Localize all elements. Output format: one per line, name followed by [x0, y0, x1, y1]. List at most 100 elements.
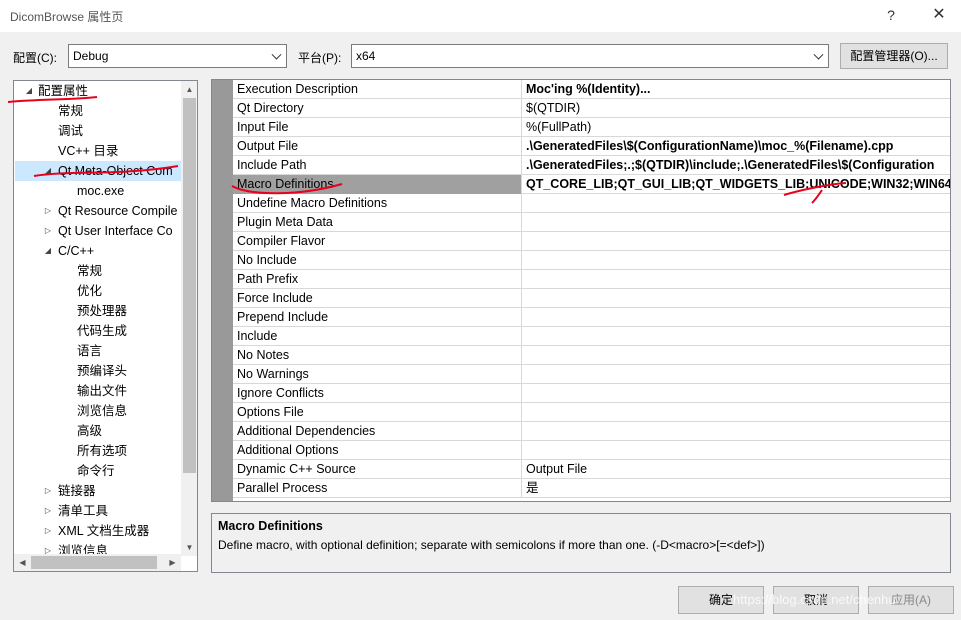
property-row[interactable]: No Include: [233, 251, 950, 270]
property-row[interactable]: Prepend Include: [233, 308, 950, 327]
property-row[interactable]: Compiler Flavor: [233, 232, 950, 251]
property-value[interactable]: [523, 270, 950, 289]
property-value[interactable]: $(QTDIR): [523, 99, 950, 118]
config-manager-button[interactable]: 配置管理器(O)...: [840, 43, 948, 69]
tree-item[interactable]: ◢ C/C++: [15, 241, 181, 261]
tree-item[interactable]: VC++ 目录: [15, 141, 181, 161]
tree-item[interactable]: 语言: [15, 341, 181, 361]
tree-item[interactable]: ▷ XML 文档生成器: [15, 521, 181, 541]
tree-item[interactable]: ▷ 链接器: [15, 481, 181, 501]
property-row[interactable]: Include Path .\GeneratedFiles;.;$(QTDIR)\…: [233, 156, 950, 175]
property-value[interactable]: 是: [523, 479, 950, 498]
tree-expander-icon[interactable]: ▷: [43, 221, 53, 241]
watermark: https://blog.csdn.net/chenhu: [733, 592, 896, 607]
tree-item[interactable]: ▷ 清单工具: [15, 501, 181, 521]
tree-item-label: 所有选项: [77, 444, 128, 458]
property-row[interactable]: Input File %(FullPath): [233, 118, 950, 137]
scroll-thumb[interactable]: [183, 98, 196, 473]
tree-horizontal-scrollbar[interactable]: ◀ ▶: [14, 554, 181, 571]
config-select-value: Debug: [73, 49, 109, 63]
property-row[interactable]: Undefine Macro Definitions: [233, 194, 950, 213]
tree-expander-icon[interactable]: ◢: [24, 81, 34, 101]
help-button[interactable]: ?: [878, 4, 904, 26]
tree-item[interactable]: 常规: [15, 101, 181, 121]
property-tree[interactable]: ◢ 配置属性 常规 调试 VC++ 目录 ◢ Qt Meta-Object Com moc.e…: [13, 80, 198, 572]
property-row[interactable]: Force Include: [233, 289, 950, 308]
property-name: Options File: [233, 403, 522, 422]
property-value[interactable]: QT_CORE_LIB;QT_GUI_LIB;QT_WIDGETS_LIB;UN…: [523, 175, 950, 194]
property-value[interactable]: [523, 327, 950, 346]
config-select[interactable]: Debug: [68, 44, 287, 68]
property-value[interactable]: [523, 232, 950, 251]
scroll-left-icon[interactable]: ◀: [14, 554, 31, 571]
tree-item[interactable]: 输出文件: [15, 381, 181, 401]
property-value[interactable]: [523, 213, 950, 232]
tree-expander-icon[interactable]: ▷: [43, 501, 53, 521]
property-value[interactable]: [523, 194, 950, 213]
tree-expander-icon[interactable]: ▷: [43, 521, 53, 541]
tree-item-label: 常规: [77, 264, 103, 278]
property-value[interactable]: [523, 403, 950, 422]
tree-vertical-scrollbar[interactable]: ▲ ▼: [181, 81, 197, 556]
property-row[interactable]: Additional Options: [233, 441, 950, 460]
property-row[interactable]: Additional Dependencies: [233, 422, 950, 441]
scroll-right-icon[interactable]: ▶: [164, 554, 181, 571]
scroll-down-icon[interactable]: ▼: [181, 539, 197, 556]
property-row[interactable]: Plugin Meta Data: [233, 213, 950, 232]
property-row[interactable]: Qt Directory $(QTDIR): [233, 99, 950, 118]
tree-item[interactable]: 预编译头: [15, 361, 181, 381]
tree-item[interactable]: 代码生成: [15, 321, 181, 341]
property-value[interactable]: %(FullPath): [523, 118, 950, 137]
property-value[interactable]: [523, 251, 950, 270]
tree-expander-icon[interactable]: ▷: [43, 481, 53, 501]
tree-expander-icon[interactable]: ◢: [43, 241, 53, 261]
property-row[interactable]: Execution Description Moc'ing %(Identity)…: [233, 80, 950, 99]
property-value[interactable]: Moc'ing %(Identity)...: [523, 80, 950, 99]
tree-item[interactable]: 调试: [15, 121, 181, 141]
tree-item[interactable]: 所有选项: [15, 441, 181, 461]
tree-item[interactable]: ▷ Qt User Interface Co: [15, 221, 181, 241]
property-value[interactable]: [523, 384, 950, 403]
property-row[interactable]: Output File .\GeneratedFiles\$(Configurat…: [233, 137, 950, 156]
property-name: Plugin Meta Data: [233, 213, 522, 232]
property-row[interactable]: Dynamic C++ Source Output File: [233, 460, 950, 479]
property-value[interactable]: [523, 422, 950, 441]
tree-expander-icon[interactable]: ◢: [43, 161, 53, 181]
tree-item[interactable]: 常规: [15, 261, 181, 281]
property-name: No Include: [233, 251, 522, 270]
property-value[interactable]: [523, 289, 950, 308]
property-row[interactable]: Ignore Conflicts: [233, 384, 950, 403]
property-row[interactable]: No Notes: [233, 346, 950, 365]
tree-item[interactable]: ▷ Qt Resource Compile: [15, 201, 181, 221]
property-value[interactable]: [523, 441, 950, 460]
property-row[interactable]: Macro Definitions QT_CORE_LIB;QT_GUI_LIB;…: [233, 175, 950, 194]
tree-item[interactable]: 预处理器: [15, 301, 181, 321]
tree-item[interactable]: 高级: [15, 421, 181, 441]
close-button[interactable]: ✕: [926, 4, 952, 26]
tree-item-label: XML 文档生成器: [58, 524, 150, 538]
property-grid[interactable]: Execution Description Moc'ing %(Identity)…: [211, 79, 951, 502]
tree-item[interactable]: ◢ Qt Meta-Object Com: [15, 161, 181, 181]
tree-expander-icon[interactable]: ▷: [43, 201, 53, 221]
tree-item[interactable]: 优化: [15, 281, 181, 301]
property-value[interactable]: [523, 346, 950, 365]
property-value[interactable]: [523, 365, 950, 384]
tree-item[interactable]: 浏览信息: [15, 401, 181, 421]
property-row[interactable]: Path Prefix: [233, 270, 950, 289]
property-value[interactable]: [523, 308, 950, 327]
property-row[interactable]: Parallel Process 是: [233, 479, 950, 498]
tree-item[interactable]: 命令行: [15, 461, 181, 481]
property-row[interactable]: No Warnings: [233, 365, 950, 384]
property-value[interactable]: Output File: [523, 460, 950, 479]
property-value[interactable]: .\GeneratedFiles\$(ConfigurationName)\mo…: [523, 137, 950, 156]
property-row[interactable]: Options File: [233, 403, 950, 422]
tree-item-label: 调试: [58, 124, 84, 138]
scroll-thumb[interactable]: [31, 556, 157, 569]
platform-select[interactable]: x64: [351, 44, 829, 68]
tree-item[interactable]: moc.exe: [15, 181, 181, 201]
property-value[interactable]: .\GeneratedFiles;.;$(QTDIR)\include;.\Ge…: [523, 156, 950, 175]
property-name: Undefine Macro Definitions: [233, 194, 522, 213]
tree-item[interactable]: ◢ 配置属性: [14, 81, 180, 101]
scroll-up-icon[interactable]: ▲: [181, 81, 197, 98]
property-row[interactable]: Include: [233, 327, 950, 346]
